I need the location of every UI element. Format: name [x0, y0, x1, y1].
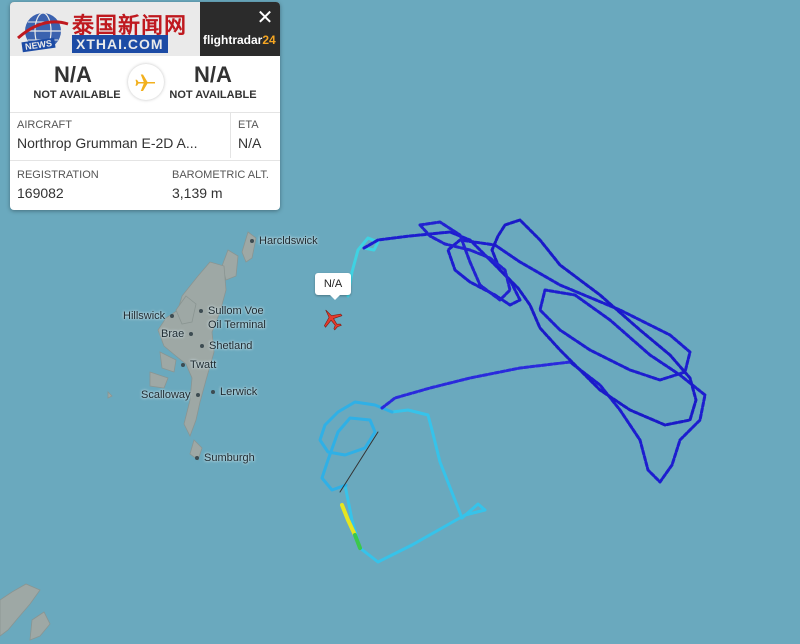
place-scalloway: Scalloway: [141, 389, 200, 401]
shetland-islands: [0, 231, 257, 641]
flight-info-card: NEWS 泰国新闻网 XTHAI.COM flightradar24 ✕ N/A…: [10, 2, 280, 210]
close-icon[interactable]: ✕: [255, 8, 275, 28]
flight-track: [318, 218, 707, 564]
barometric-alt-label: BAROMETRIC ALT.: [172, 169, 269, 181]
place-sullom-voe: Sullom Voe: [199, 305, 264, 317]
place-shetland: Shetland: [200, 340, 252, 352]
eta-value: N/A: [238, 135, 262, 151]
card-header: NEWS 泰国新闻网 XTHAI.COM flightradar24 ✕: [10, 2, 280, 56]
flightradar-logo: flightradar24: [203, 33, 276, 47]
origin-code: N/A: [54, 62, 92, 87]
divider-vertical: [230, 113, 231, 158]
place-harcldswick: Harcldswick: [250, 235, 318, 247]
aircraft-label: AIRCRAFT: [17, 119, 72, 131]
place-lerwick: Lerwick: [211, 386, 257, 398]
aircraft-marker-icon[interactable]: [320, 307, 344, 331]
divider: [10, 112, 280, 113]
destination-code: N/A: [194, 62, 232, 87]
eta-label: ETA: [238, 119, 259, 131]
place-sumburgh: Sumburgh: [195, 452, 255, 464]
place-brae: Brae: [161, 328, 193, 340]
place-hillswick: Hillswick: [123, 310, 174, 322]
watermark-site: XTHAI.COM: [72, 35, 168, 53]
registration-label: REGISTRATION: [17, 169, 99, 181]
divider: [10, 160, 280, 161]
aircraft-value: Northrop Grumman E-2D A...: [17, 135, 198, 151]
origin-status: NOT AVAILABLE: [33, 89, 121, 101]
destination-status: NOT AVAILABLE: [169, 89, 257, 101]
registration-value: 169082: [17, 185, 64, 201]
place-oil-terminal: Oil Terminal: [208, 319, 266, 331]
watermark: NEWS 泰国新闻网 XTHAI.COM: [10, 2, 200, 56]
place-twatt: Twatt: [181, 359, 216, 371]
aircraft-tag[interactable]: N/A: [315, 273, 351, 300]
barometric-alt-value: 3,139 m: [172, 185, 223, 201]
